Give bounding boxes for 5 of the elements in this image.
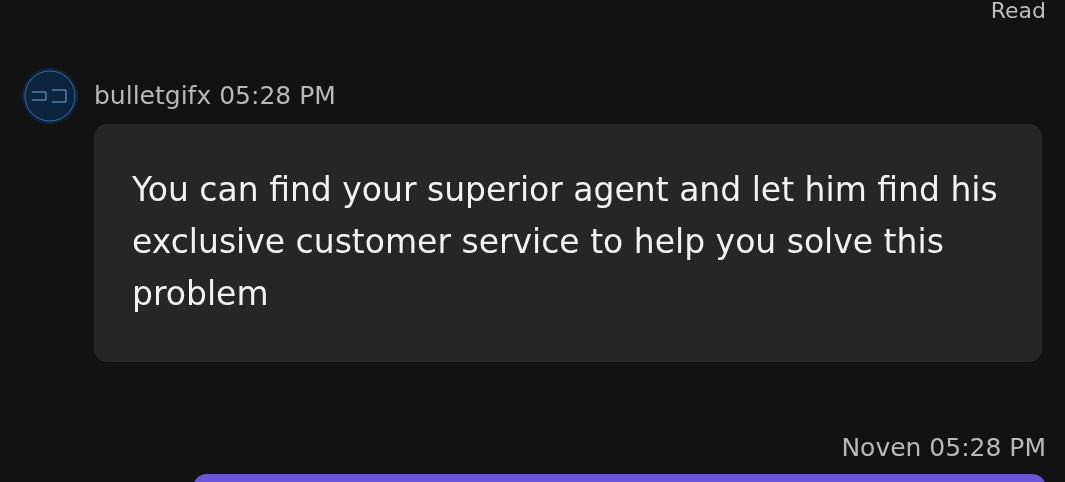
read-status: Read — [990, 0, 1046, 23]
message-meta: Noven 05:28 PM — [841, 432, 1046, 464]
message-meta: bulletgifx 05:28 PM — [94, 80, 337, 112]
message-bubble: You can find your superior agent and let him find his exclusive customer service to help you solve this problem — [94, 124, 1042, 362]
avatar — [22, 68, 78, 124]
